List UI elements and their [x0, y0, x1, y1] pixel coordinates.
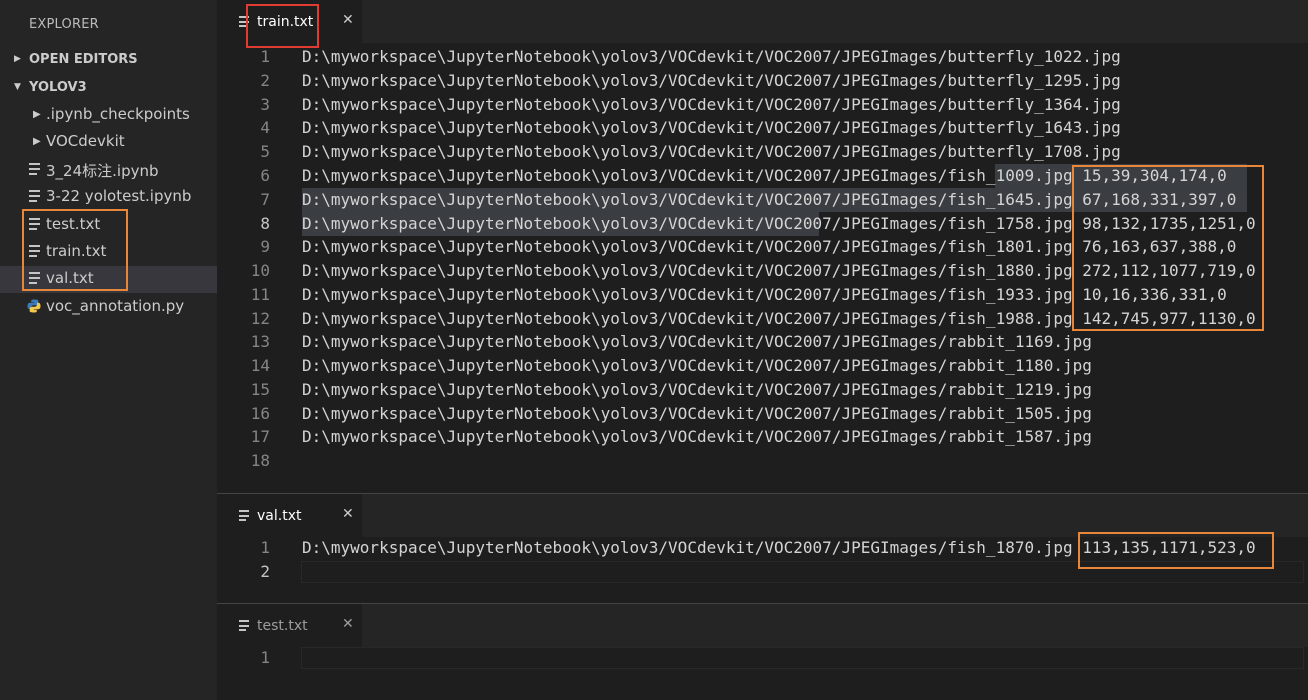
line-number: 12	[250, 309, 270, 328]
current-line-highlight	[301, 647, 1304, 669]
tree-item-3-22-ipynb[interactable]: 3-22 yolotest.ipynb	[0, 184, 217, 211]
line-number: 10	[250, 261, 270, 280]
line-text: D:\myworkspace\JupyterNotebook\yolov3/VO…	[302, 118, 1121, 137]
code-line: 17 D:\myworkspace\JupyterNotebook\yolov3/…	[217, 425, 1308, 449]
line-text: D:\myworkspace\JupyterNotebook\yolov3/VO…	[302, 47, 1121, 66]
editor-pane-train: train.txt ✕ 1 D:\myworkspace\JupyterNoteb…	[217, 0, 1308, 493]
code-line: 13 D:\myworkspace\JupyterNotebook\yolov3/…	[217, 330, 1308, 354]
tree-item-ipynb-checkpoints[interactable]: ▶ .ipynb_checkpoints	[0, 102, 217, 129]
line-number: 1	[260, 648, 270, 667]
line-number: 11	[250, 285, 270, 304]
line-number: 18	[250, 451, 270, 470]
tab-label: val.txt	[257, 508, 302, 524]
line-text: D:\myworkspace\JupyterNotebook\yolov3/VO…	[302, 142, 1121, 161]
line-number: 8	[260, 214, 270, 233]
code-line: 4 D:\myworkspace\JupyterNotebook\yolov3/V…	[217, 116, 1308, 140]
line-text: D:\myworkspace\JupyterNotebook\yolov3/VO…	[302, 71, 1121, 90]
tab-bar: test.txt ✕	[217, 604, 1308, 647]
file-lines-icon	[29, 163, 40, 178]
section-open-editors[interactable]: ▶ OPEN EDITORS	[0, 46, 217, 74]
tab-val-txt[interactable]: val.txt ✕	[217, 494, 362, 537]
tree-item-label: 3_24标注.ipynb	[46, 162, 159, 180]
chevron-right-icon: ▶	[33, 136, 41, 147]
tree-item-3-24-ipynb[interactable]: 3_24标注.ipynb	[0, 157, 217, 184]
line-number: 3	[260, 95, 270, 114]
line-number: 14	[250, 356, 270, 375]
line-text: D:\myworkspace\JupyterNotebook\yolov3/VO…	[302, 380, 1092, 399]
tree-item-label: 3-22 yolotest.ipynb	[46, 187, 192, 205]
tree-item-voc-annotation-py[interactable]: voc_annotation.py	[0, 294, 217, 321]
code-line: 2 D:\myworkspace\JupyterNotebook\yolov3/V…	[217, 69, 1308, 93]
line-number: 15	[250, 380, 270, 399]
chevron-right-icon: ▶	[33, 109, 41, 120]
line-number: 2	[260, 71, 270, 90]
section-label: OPEN EDITORS	[29, 52, 138, 67]
line-number: 7	[260, 190, 270, 209]
tree-item-label: voc_annotation.py	[46, 297, 185, 315]
line-number: 1	[260, 538, 270, 557]
annotation-box-bboxes	[1072, 165, 1264, 331]
section-yolov3[interactable]: ▼ YOLOV3	[0, 74, 217, 102]
tab-test-txt[interactable]: test.txt ✕	[217, 604, 362, 647]
line-text: D:\myworkspace\JupyterNotebook\yolov3/VO…	[302, 404, 1092, 423]
code-line: 14 D:\myworkspace\JupyterNotebook\yolov3/…	[217, 354, 1308, 378]
close-icon[interactable]: ✕	[342, 12, 354, 28]
code-line-current[interactable]: 1	[217, 646, 1308, 670]
line-number: 5	[260, 142, 270, 161]
file-lines-icon	[239, 510, 249, 524]
chevron-down-icon: ▼	[14, 82, 21, 92]
annotation-box-val-bbox	[1078, 532, 1274, 569]
tree-item-label: .ipynb_checkpoints	[46, 105, 190, 123]
line-number: 17	[250, 427, 270, 446]
file-lines-icon	[239, 620, 249, 634]
explorer-title: EXPLORER	[29, 17, 99, 32]
code-line: 1 D:\myworkspace\JupyterNotebook\yolov3/V…	[217, 45, 1308, 69]
tab-bar: train.txt ✕	[217, 0, 1308, 43]
code-line: 15 D:\myworkspace\JupyterNotebook\yolov3/…	[217, 378, 1308, 402]
editor-pane-test: test.txt ✕ 1	[217, 604, 1308, 700]
code-line: 16 D:\myworkspace\JupyterNotebook\yolov3/…	[217, 402, 1308, 426]
annotation-box-tab	[246, 4, 319, 48]
line-number: 9	[260, 237, 270, 256]
code-line: 3 D:\myworkspace\JupyterNotebook\yolov3/V…	[217, 93, 1308, 117]
line-text: D:\myworkspace\JupyterNotebook\yolov3/VO…	[302, 356, 1092, 375]
close-icon[interactable]: ✕	[342, 506, 354, 522]
chevron-right-icon: ▶	[14, 54, 21, 64]
code-line: 18	[217, 449, 1308, 473]
python-icon	[27, 299, 41, 313]
line-text: D:\myworkspace\JupyterNotebook\yolov3/VO…	[302, 95, 1121, 114]
line-number: 13	[250, 332, 270, 351]
tree-item-vocdevkit[interactable]: ▶ VOCdevkit	[0, 129, 217, 156]
tree-item-label: VOCdevkit	[46, 132, 125, 150]
line-text: D:\myworkspace\JupyterNotebook\yolov3/VO…	[302, 332, 1092, 351]
line-number: 1	[260, 47, 270, 66]
annotation-box-txt-files	[22, 209, 128, 291]
editor-pane-val: val.txt ✕ 1 D:\myworkspace\JupyterNoteboo…	[217, 494, 1308, 603]
close-icon[interactable]: ✕	[342, 616, 354, 632]
line-number: 4	[260, 118, 270, 137]
tab-bar: val.txt ✕	[217, 494, 1308, 537]
code-line: 5 D:\myworkspace\JupyterNotebook\yolov3/V…	[217, 140, 1308, 164]
line-number: 6	[260, 166, 270, 185]
tab-label: test.txt	[257, 618, 308, 634]
line-text: D:\myworkspace\JupyterNotebook\yolov3/VO…	[302, 427, 1092, 446]
section-label: YOLOV3	[29, 80, 87, 95]
explorer-sidebar: EXPLORER ▶ OPEN EDITORS ▼ YOLOV3 ▶ .ipyn…	[0, 0, 217, 700]
line-number: 16	[250, 404, 270, 423]
file-lines-icon	[29, 190, 40, 205]
line-number: 2	[260, 562, 270, 581]
